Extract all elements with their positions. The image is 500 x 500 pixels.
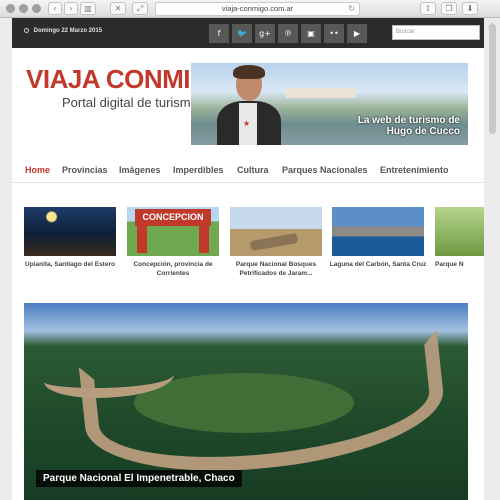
url-text: viaja-conmigo.com.ar bbox=[221, 4, 294, 13]
thumb-caption-parque[interactable]: Parque N bbox=[435, 260, 484, 269]
youtube-icon[interactable]: ▶ bbox=[347, 24, 367, 43]
thumb-caption-laguna-del-carbon[interactable]: Laguna del Carbón, Santa Cruz bbox=[328, 260, 428, 269]
top-bar: Domingo 22 Marzo 2015 f 🐦 g+ ℗ ▣ •• ▶ Bu… bbox=[12, 18, 484, 48]
web-page: Domingo 22 Marzo 2015 f 🐦 g+ ℗ ▣ •• ▶ Bu… bbox=[12, 18, 484, 500]
banner-line-2: Hugo de Cucco bbox=[386, 126, 460, 137]
thumb-image-upianita[interactable] bbox=[24, 207, 116, 256]
banner-person-hair bbox=[233, 65, 265, 79]
minimize-window-button[interactable] bbox=[19, 4, 28, 13]
featured-image[interactable]: Parque Nacional El Impenetrable, Chaco bbox=[24, 303, 468, 500]
thumb-caption-bosques-petrificados[interactable]: Parque Nacional Bosques Petrificados de … bbox=[226, 260, 326, 278]
url-bar[interactable]: viaja-conmigo.com.ar ↻ bbox=[155, 2, 360, 16]
banner-line-1: La web de turismo de bbox=[357, 115, 460, 126]
featured-river bbox=[78, 329, 450, 487]
banner-tagline: La web de turismo de Hugo de Cucco bbox=[358, 115, 460, 137]
banner-building bbox=[286, 88, 356, 98]
sidebar-icon[interactable]: ▥ bbox=[80, 2, 96, 15]
header-banner: ★ La web de turismo de Hugo de Cucco bbox=[191, 63, 468, 145]
nav-cultura[interactable]: Cultura bbox=[237, 165, 269, 175]
social-links: f 🐦 g+ ℗ ▣ •• ▶ bbox=[209, 24, 367, 43]
zoom-window-button[interactable] bbox=[32, 4, 41, 13]
facebook-icon[interactable]: f bbox=[209, 24, 229, 43]
instagram-icon[interactable]: ▣ bbox=[301, 24, 321, 43]
twitter-icon[interactable]: 🐦 bbox=[232, 24, 252, 43]
sign-pillar-right bbox=[199, 225, 209, 253]
thumb-image-parque[interactable] bbox=[435, 207, 484, 256]
forward-icon[interactable]: › bbox=[64, 2, 78, 15]
close-window-button[interactable] bbox=[6, 4, 15, 13]
thumb-image-concepcion[interactable]: CONCEPCION bbox=[127, 207, 219, 256]
download-icon[interactable]: ⬇ bbox=[462, 2, 478, 15]
concepcion-sign: CONCEPCION bbox=[135, 209, 211, 226]
main-nav: Home Provincias Imágenes Imperdibles Cul… bbox=[12, 159, 484, 183]
fullscreen-icon[interactable]: ⤢ bbox=[132, 2, 148, 15]
nav-home[interactable]: Home bbox=[25, 165, 50, 175]
page-scrollbar[interactable] bbox=[489, 24, 496, 134]
site-header: VIAJA CONMIGO Portal digital de turismo … bbox=[12, 48, 484, 158]
google-plus-icon[interactable]: g+ bbox=[255, 24, 275, 43]
back-icon[interactable]: ‹ bbox=[48, 2, 62, 15]
petrified-trunk bbox=[249, 232, 299, 252]
thumb-caption-concepcion[interactable]: Concepción, provincia de Corrientes bbox=[123, 260, 223, 278]
date-text: Domingo 22 Marzo 2015 bbox=[33, 28, 103, 35]
share-icon[interactable]: ⇧ bbox=[420, 2, 436, 15]
date-display: Domingo 22 Marzo 2015 bbox=[24, 28, 102, 34]
thumbnail-carousel: Upianita, Santiago del Estero CONCEPCION… bbox=[12, 198, 484, 288]
clock-icon bbox=[24, 28, 29, 33]
nav-imagenes[interactable]: Imágenes bbox=[119, 165, 161, 175]
nav-parques-nacionales[interactable]: Parques Nacionales bbox=[282, 165, 368, 175]
sign-pillar-left bbox=[137, 225, 147, 253]
thumb-image-laguna-del-carbon[interactable] bbox=[332, 207, 424, 256]
nav-imperdibles[interactable]: Imperdibles bbox=[173, 165, 224, 175]
site-tagline: Portal digital de turismo bbox=[62, 95, 198, 110]
nav-entretenimiento[interactable]: Entretenimiento bbox=[380, 165, 449, 175]
extension-icon[interactable]: ✕ bbox=[110, 2, 126, 15]
pinterest-icon[interactable]: ℗ bbox=[278, 24, 298, 43]
featured-caption[interactable]: Parque Nacional El Impenetrable, Chaco bbox=[36, 470, 242, 487]
search-input[interactable]: Buscar bbox=[392, 25, 480, 40]
banner-shirt-star: ★ bbox=[243, 119, 251, 128]
thumb-caption-upianita[interactable]: Upianita, Santiago del Estero bbox=[20, 260, 120, 269]
reload-icon[interactable]: ↻ bbox=[348, 3, 355, 15]
nav-provincias[interactable]: Provincias bbox=[62, 165, 108, 175]
thumb-image-bosques-petrificados[interactable] bbox=[230, 207, 322, 256]
browser-toolbar: ‹ › ▥ ✕ ⤢ viaja-conmigo.com.ar ↻ ⇧ ❐ ⬇ + bbox=[0, 0, 500, 32]
flickr-icon[interactable]: •• bbox=[324, 24, 344, 43]
tabs-icon[interactable]: ❐ bbox=[441, 2, 457, 15]
